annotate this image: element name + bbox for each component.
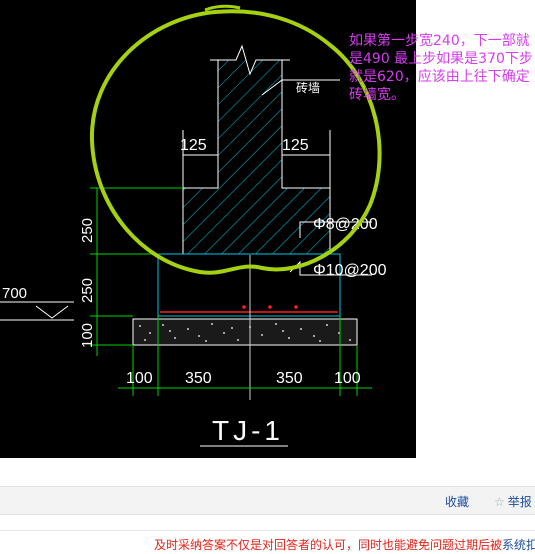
report-label: 举报 — [507, 495, 532, 509]
tip-message: 及时采纳答案不仅是对回答者的认可，同时也能避免问题过期后被系统扣 — [154, 536, 535, 553]
rebar-bottom-label: Φ10@200 — [313, 262, 387, 279]
annotation-note: 如果第一步宽240，下一部就是490 最上步如果是370下步就是620，应该由上… — [349, 33, 533, 103]
tip-text-main: 及时采纳答案不仅是对回答者的认可，同时也能避免问题过期后被 — [154, 538, 503, 552]
star-icon: ☆ — [494, 495, 505, 509]
tip-bar: 及时采纳答案不仅是对回答者的认可，同时也能避免问题过期后被系统扣 — [0, 530, 535, 554]
tip-text-tail: 系统扣 — [502, 538, 535, 552]
dim-125-left: 125 — [180, 137, 207, 154]
dim-100: 100 — [79, 323, 96, 348]
answer-action-bar: 收藏 ☆ 举报 — [0, 486, 535, 515]
dim-350-right: 350 — [276, 370, 303, 387]
dim-250-lower: 250 — [79, 278, 96, 303]
level-label: 700 — [2, 285, 27, 302]
dim-125-right: 125 — [282, 137, 309, 154]
dim-350-left: 350 — [185, 370, 212, 387]
ground-level-marker — [0, 301, 74, 321]
dim-250-upper: 250 — [79, 218, 96, 243]
collect-button[interactable]: 收藏 — [445, 493, 469, 510]
dim-100-left: 100 — [126, 370, 153, 387]
report-button[interactable]: ☆ 举报 — [494, 493, 532, 510]
brick-wall-label: 砖墙 — [296, 80, 320, 95]
dim-100-right: 100 — [334, 370, 361, 387]
rebar-top-label: Φ8@200 — [313, 216, 378, 233]
bedding-layer — [132, 318, 358, 346]
drawing-title: TJ-1 — [212, 415, 284, 446]
